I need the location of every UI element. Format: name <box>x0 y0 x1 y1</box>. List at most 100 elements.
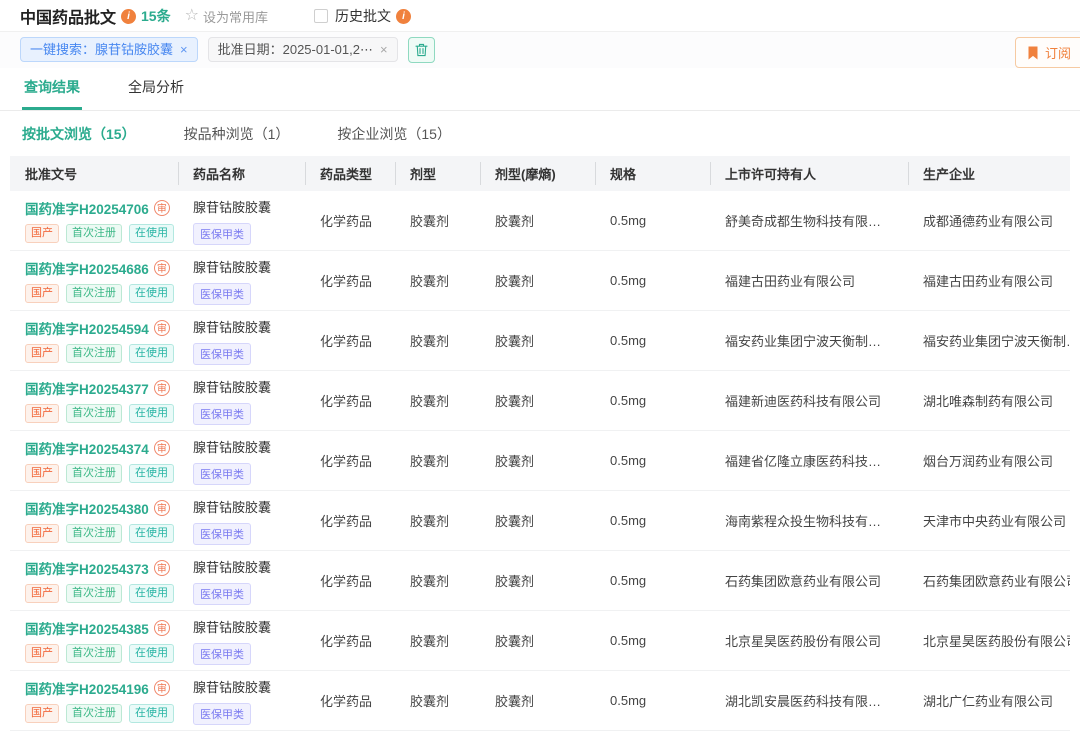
close-icon[interactable]: × <box>380 42 388 58</box>
manufacturer-cell: 湖北广仁药业有限公司 <box>908 691 1070 710</box>
subtab-by-company[interactable]: 按企业浏览（15） <box>337 124 451 144</box>
review-circle-icon: 审 <box>154 320 170 336</box>
status-tag-origin: 国产 <box>25 584 59 604</box>
drug-name: 腺苷钴胺胶囊 <box>193 437 305 456</box>
info-icon[interactable]: i <box>396 9 411 24</box>
holder-cell: 福建古田药业有限公司 <box>710 271 908 290</box>
spec-cell: 0.5mg <box>595 393 710 408</box>
table-row: 国药准字H20254380 审 国产首次注册在使用 腺苷钴胺胶囊 医保甲类 化学… <box>10 491 1070 551</box>
drug-name-cell: 腺苷钴胺胶囊 医保甲类 <box>178 377 305 425</box>
approval-number-link[interactable]: 国药准字H20254594 <box>25 318 149 338</box>
filter-tag-date[interactable]: 批准日期：2025-01-01,2⋯ × <box>208 37 398 63</box>
status-tag-first: 首次注册 <box>66 644 122 664</box>
approval-cell: 国药准字H20254706 审 国产首次注册在使用 <box>10 198 178 244</box>
title-bar: 中国药品批文 i 15条 ☆ 设为常用库 历史批文 i <box>0 0 1080 31</box>
approval-number-link[interactable]: 国药准字H20254380 <box>25 498 149 518</box>
drug-name-cell: 腺苷钴胺胶囊 医保甲类 <box>178 197 305 245</box>
drug-name-cell: 腺苷钴胺胶囊 医保甲类 <box>178 677 305 725</box>
status-tag-origin: 国产 <box>25 224 59 244</box>
holder-cell: 舒美奇成都生物科技有限… <box>710 211 908 230</box>
drug-type-cell: 化学药品 <box>305 571 395 590</box>
status-tag-inuse: 在使用 <box>129 704 174 724</box>
status-tag-origin: 国产 <box>25 704 59 724</box>
subtab-by-approval[interactable]: 按批文浏览（15） <box>22 124 136 144</box>
status-tag-inuse: 在使用 <box>129 224 174 244</box>
approval-number-link[interactable]: 国药准字H20254377 <box>25 378 149 398</box>
status-tag-inuse: 在使用 <box>129 404 174 424</box>
result-count: 15条 <box>141 6 171 26</box>
drug-name-cell: 腺苷钴胺胶囊 医保甲类 <box>178 257 305 305</box>
col-holder: 上市许可持有人 <box>710 156 908 191</box>
drug-name-cell: 腺苷钴胺胶囊 医保甲类 <box>178 557 305 605</box>
review-circle-icon: 审 <box>154 620 170 636</box>
drug-type-cell: 化学药品 <box>305 331 395 350</box>
col-manufacturer: 生产企业 <box>908 156 1070 191</box>
approval-number-link[interactable]: 国药准字H20254373 <box>25 558 149 578</box>
insurance-badge: 医保甲类 <box>193 343 251 365</box>
review-circle-icon: 审 <box>154 560 170 576</box>
filter-tag-search[interactable]: 一键搜索：腺苷钴胺胶囊 × <box>20 37 198 63</box>
review-circle-icon: 审 <box>154 680 170 696</box>
dosage-form-cell: 胶囊剂 <box>395 571 480 590</box>
drug-type-cell: 化学药品 <box>305 511 395 530</box>
sub-tabs: 按批文浏览（15） 按品种浏览（1） 按企业浏览（15） <box>0 111 1080 156</box>
status-tag-first: 首次注册 <box>66 404 122 424</box>
insurance-badge: 医保甲类 <box>193 463 251 485</box>
page-title: 中国药品批文 <box>20 4 116 28</box>
main-tabs: 查询结果 全局分析 <box>0 68 1080 111</box>
col-spec: 规格 <box>595 156 710 191</box>
approval-number-link[interactable]: 国药准字H20254385 <box>25 618 149 638</box>
approval-cell: 国药准字H20254686 审 国产首次注册在使用 <box>10 258 178 304</box>
status-tag-inuse: 在使用 <box>129 584 174 604</box>
approval-number-link[interactable]: 国药准字H20254374 <box>25 438 149 458</box>
status-tag-origin: 国产 <box>25 524 59 544</box>
status-tag-inuse: 在使用 <box>129 524 174 544</box>
subtab-by-variety[interactable]: 按品种浏览（1） <box>184 124 290 144</box>
review-circle-icon: 审 <box>154 380 170 396</box>
approval-cell: 国药准字H20254374 审 国产首次注册在使用 <box>10 438 178 484</box>
col-approval-no: 批准文号 <box>10 156 178 191</box>
status-tag-first: 首次注册 <box>66 464 122 484</box>
drug-name-cell: 腺苷钴胺胶囊 医保甲类 <box>178 497 305 545</box>
holder-cell: 海南紫程众投生物科技有… <box>710 511 908 530</box>
info-icon[interactable]: i <box>121 9 136 24</box>
history-checkbox[interactable] <box>314 9 328 23</box>
drug-type-cell: 化学药品 <box>305 631 395 650</box>
close-icon[interactable]: × <box>180 42 188 58</box>
approval-number-link[interactable]: 国药准字H20254686 <box>25 258 149 278</box>
dosage-form-cell: 胶囊剂 <box>395 391 480 410</box>
approval-cell: 国药准字H20254373 审 国产首次注册在使用 <box>10 558 178 604</box>
approval-number-link[interactable]: 国药准字H20254706 <box>25 198 149 218</box>
status-tag-first: 首次注册 <box>66 224 122 244</box>
tab-global-analysis[interactable]: 全局分析 <box>126 68 186 110</box>
manufacturer-cell: 福安药业集团宁波天衡制… <box>908 331 1070 350</box>
table-body: 国药准字H20254706 审 国产首次注册在使用 腺苷钴胺胶囊 医保甲类 化学… <box>10 191 1070 731</box>
drug-type-cell: 化学药品 <box>305 271 395 290</box>
status-tags: 国产首次注册在使用 <box>25 224 178 244</box>
clear-filters-button[interactable] <box>408 37 435 63</box>
table-row: 国药准字H20254196 审 国产首次注册在使用 腺苷钴胺胶囊 医保甲类 化学… <box>10 671 1070 731</box>
table-header: 批准文号 药品名称 药品类型 剂型 剂型(摩熵) 规格 上市许可持有人 生产企业 <box>10 156 1070 191</box>
drug-name: 腺苷钴胺胶囊 <box>193 497 305 516</box>
filter-tag-search-label: 一键搜索：腺苷钴胺胶囊 <box>30 42 173 58</box>
subscribe-button[interactable]: 订阅 <box>1015 37 1080 68</box>
insurance-badge: 医保甲类 <box>193 283 251 305</box>
tab-query-results[interactable]: 查询结果 <box>22 68 82 110</box>
status-tag-first: 首次注册 <box>66 584 122 604</box>
dosage-form-mohs-cell: 胶囊剂 <box>480 511 595 530</box>
insurance-badge: 医保甲类 <box>193 583 251 605</box>
drug-name: 腺苷钴胺胶囊 <box>193 257 305 276</box>
bookmark-icon <box>1027 46 1039 60</box>
history-group: 历史批文 i <box>314 6 416 26</box>
manufacturer-cell: 烟台万润药业有限公司 <box>908 451 1070 470</box>
status-tag-origin: 国产 <box>25 464 59 484</box>
approval-number-link[interactable]: 国药准字H20254196 <box>25 678 149 698</box>
spec-cell: 0.5mg <box>595 333 710 348</box>
status-tags: 国产首次注册在使用 <box>25 404 178 424</box>
set-favorite-button[interactable]: ☆ 设为常用库 <box>185 7 268 26</box>
spec-cell: 0.5mg <box>595 453 710 468</box>
review-circle-icon: 审 <box>154 260 170 276</box>
filter-bar: 一键搜索：腺苷钴胺胶囊 × 批准日期：2025-01-01,2⋯ × 订阅 <box>0 31 1080 68</box>
status-tags: 国产首次注册在使用 <box>25 524 178 544</box>
dosage-form-mohs-cell: 胶囊剂 <box>480 451 595 470</box>
